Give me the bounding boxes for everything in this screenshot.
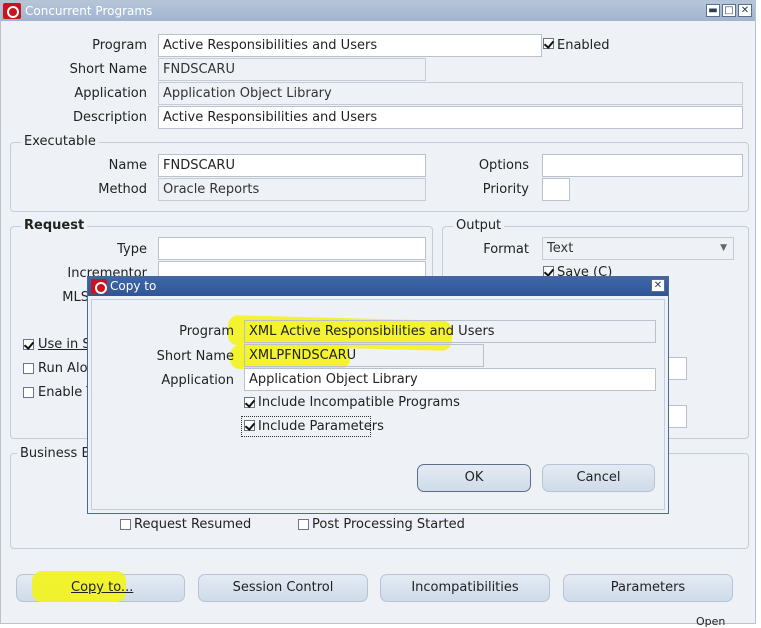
include-incompatible-checkbox[interactable]: [244, 397, 255, 408]
request-title: Request: [21, 218, 88, 233]
short-name-field[interactable]: FNDSCARU: [158, 58, 426, 81]
maximize-icon[interactable]: □: [722, 4, 736, 17]
dialog-application-label: Application: [161, 373, 234, 388]
copy-to-dialog: Copy to ✕ Program XML Active Responsibil…: [87, 276, 669, 514]
include-incompatible-label: Include Incompatible Programs: [258, 395, 460, 410]
format-value: Text: [547, 241, 574, 256]
incompatibilities-button[interactable]: Incompatibilities: [380, 574, 550, 602]
dialog-close-icon[interactable]: ✕: [651, 279, 665, 292]
window-titlebar: Concurrent Programs ▬ □ ✕: [1, 1, 755, 21]
session-control-button[interactable]: Session Control: [198, 574, 368, 602]
dialog-program-label: Program: [179, 324, 234, 339]
use-in-label: Use in S: [38, 337, 91, 352]
chevron-down-icon: ▼: [720, 243, 727, 253]
post-processing-checkbox[interactable]: [298, 519, 309, 530]
open-button-fragment[interactable]: Open: [696, 615, 725, 628]
method-field[interactable]: Oracle Reports: [158, 178, 426, 201]
dialog-short-name-field[interactable]: XMLPFNDSCARU: [244, 344, 484, 367]
dialog-title: Copy to: [110, 279, 157, 293]
priority-label: Priority: [482, 182, 529, 197]
post-processing-label: Post Processing Started: [312, 517, 465, 532]
run-alone-checkbox[interactable]: [23, 363, 34, 374]
application-field[interactable]: Application Object Library: [158, 82, 743, 105]
description-field[interactable]: Active Responsibilities and Users: [158, 106, 743, 129]
exec-name-field[interactable]: FNDSCARU: [158, 154, 426, 177]
enabled-label: Enabled: [557, 38, 610, 53]
close-icon[interactable]: ✕: [738, 4, 752, 17]
options-label: Options: [478, 158, 529, 173]
dialog-titlebar: Copy to ✕: [88, 277, 668, 296]
executable-group: [10, 142, 749, 212]
description-label: Description: [72, 110, 147, 125]
options-field[interactable]: [542, 154, 743, 177]
include-parameters-label: Include Parameters: [258, 419, 384, 434]
include-parameters-checkbox[interactable]: [244, 420, 255, 431]
request-resumed-label: Request Resumed: [134, 517, 252, 532]
oracle-logo-icon: [3, 3, 21, 19]
use-in-checkbox[interactable]: [23, 339, 34, 350]
enable-trace-label: Enable T: [38, 385, 95, 400]
oracle-logo-icon: [91, 279, 107, 294]
copy-to-label: Copy to...: [71, 580, 134, 595]
minimize-icon[interactable]: ▬: [706, 4, 720, 17]
format-select[interactable]: Text ▼: [542, 237, 734, 260]
enabled-checkbox[interactable]: [543, 38, 554, 49]
short-name-label: Short Name: [69, 62, 147, 77]
executable-title: Executable: [21, 134, 99, 149]
format-label: Format: [483, 242, 529, 257]
dialog-program-field[interactable]: XML Active Responsibilities and Users: [244, 320, 656, 343]
dialog-application-field[interactable]: Application Object Library: [244, 368, 656, 391]
ok-button[interactable]: OK: [417, 464, 531, 492]
mls-label: MLS: [62, 290, 89, 305]
priority-field[interactable]: [542, 178, 570, 201]
window-title: Concurrent Programs: [25, 4, 153, 18]
type-label: Type: [117, 242, 147, 257]
program-field[interactable]: Active Responsibilities and Users: [158, 34, 542, 57]
program-label: Program: [92, 38, 147, 53]
output-title: Output: [453, 218, 505, 233]
cancel-button[interactable]: Cancel: [542, 464, 655, 492]
dialog-short-name-label: Short Name: [156, 349, 234, 364]
exec-name-label: Name: [108, 158, 147, 173]
application-label: Application: [74, 86, 147, 101]
type-field[interactable]: [158, 237, 426, 260]
method-label: Method: [98, 182, 147, 197]
request-resumed-checkbox[interactable]: [120, 519, 131, 530]
enable-trace-checkbox[interactable]: [23, 387, 34, 398]
parameters-button[interactable]: Parameters: [563, 574, 733, 602]
